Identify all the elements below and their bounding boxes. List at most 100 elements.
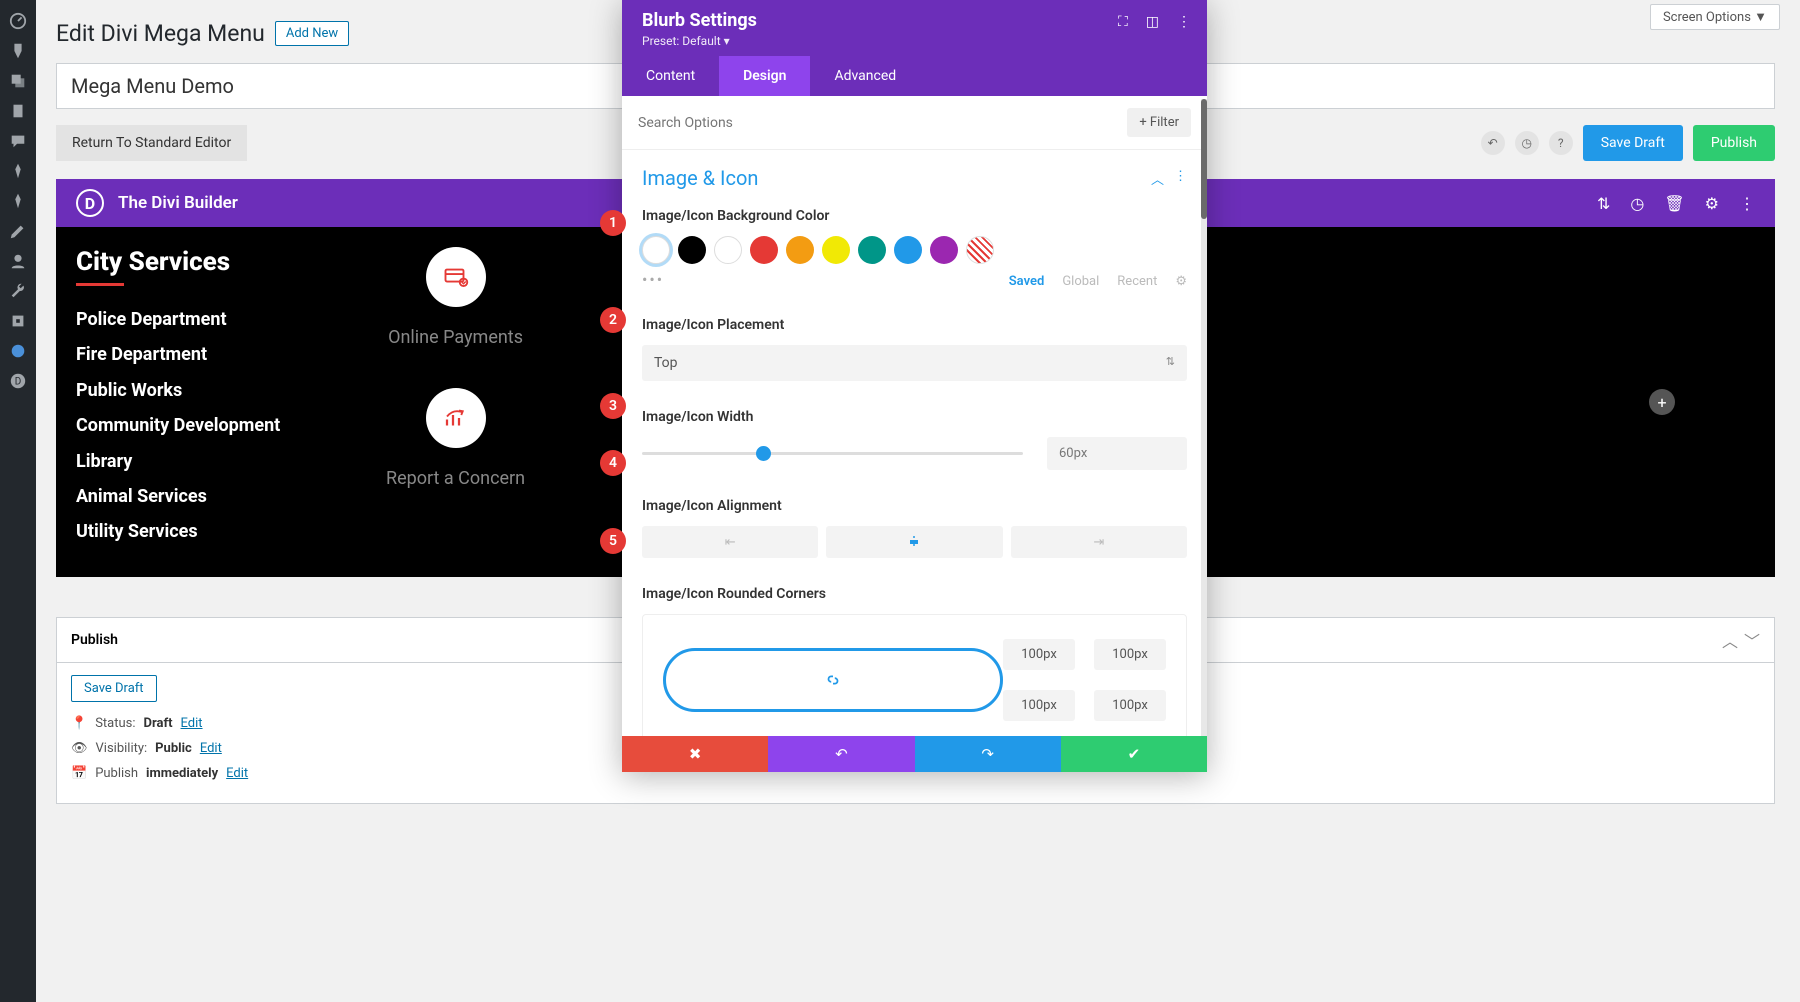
sort-icon[interactable]: ⇅ (1597, 194, 1610, 213)
clock-icon[interactable]: ◷ (1515, 131, 1539, 155)
clock2-icon[interactable]: ◷ (1630, 194, 1644, 213)
blurb-settings-modal: Blurb Settings Preset: Default ▾ ⛶ ◫ ⋮ C… (622, 0, 1207, 772)
report-icon (426, 388, 486, 448)
redo-button[interactable]: ↷ (915, 736, 1061, 772)
corner-tr-input[interactable] (1094, 639, 1166, 670)
eye-icon: 👁 (71, 741, 88, 756)
screen-options-button[interactable]: Screen Options ▼ (1650, 4, 1780, 30)
chevron-down-icon[interactable]: ﹀ (1744, 628, 1760, 652)
color-gear-icon[interactable]: ⚙ (1175, 274, 1187, 289)
swatch-orange[interactable] (786, 236, 814, 264)
align-center-button[interactable] (826, 526, 1002, 558)
expand-icon[interactable]: ⛶ (1118, 14, 1128, 30)
modal-menu-icon[interactable]: ⋮ (1177, 14, 1191, 30)
list-item[interactable]: Community Development (76, 414, 326, 437)
undo-button[interactable]: ↶ (768, 736, 914, 772)
list-item[interactable]: Fire Department (76, 343, 326, 366)
save-draft-button-2[interactable]: Save Draft (71, 675, 157, 702)
plugin1-icon[interactable] (0, 336, 36, 366)
preset-label[interactable]: Preset: Default ▾ (642, 34, 1187, 48)
tab-design[interactable]: Design (719, 56, 810, 96)
settings-icon[interactable] (0, 306, 36, 336)
media-icon[interactable] (0, 66, 36, 96)
section-heading[interactable]: Image & Icon (642, 166, 758, 190)
dashboard-icon[interactable] (0, 6, 36, 36)
swatch-transparent[interactable] (966, 236, 994, 264)
edit-status-link[interactable]: Edit (181, 716, 203, 731)
color-tab-global[interactable]: Global (1062, 274, 1099, 289)
color-tab-saved[interactable]: Saved (1009, 274, 1045, 289)
swatch-yellow[interactable] (822, 236, 850, 264)
help-icon[interactable]: ? (1549, 131, 1573, 155)
confirm-button[interactable]: ✔ (1061, 736, 1207, 772)
corner-br-input[interactable] (1094, 690, 1166, 721)
swatch-black[interactable] (678, 236, 706, 264)
page-title: Edit Divi Mega Menu (56, 20, 265, 47)
section-menu-icon[interactable]: ⋮ (1174, 169, 1187, 188)
builder-title: The Divi Builder (118, 193, 238, 213)
tab-content[interactable]: Content (622, 56, 719, 96)
divi-icon[interactable]: D (0, 366, 36, 396)
placement-select[interactable]: Top (642, 345, 1187, 381)
align-right-button[interactable]: ⇥ (1011, 526, 1187, 558)
list-item[interactable]: Animal Services (76, 485, 326, 508)
corner-link-shape[interactable] (663, 648, 1003, 712)
save-draft-button[interactable]: Save Draft (1583, 125, 1683, 161)
more-swatches-icon[interactable]: ••• (642, 270, 664, 289)
appearance-icon[interactable] (0, 216, 36, 246)
history-icon[interactable]: ↶ (1481, 131, 1505, 155)
trash-icon[interactable]: 🗑 (1664, 194, 1684, 213)
blurb-label: Report a Concern (386, 468, 525, 489)
list-item[interactable]: Police Department (76, 308, 326, 331)
swatch-blue[interactable] (894, 236, 922, 264)
color-tab-recent[interactable]: Recent (1117, 274, 1157, 289)
collapse-icon[interactable]: ︿ (1151, 169, 1164, 188)
comments-icon[interactable] (0, 126, 36, 156)
snap-icon[interactable]: ◫ (1146, 14, 1159, 30)
pin2-icon[interactable] (0, 156, 36, 186)
corner-bl-input[interactable] (1003, 690, 1075, 721)
search-options-input[interactable] (638, 115, 1127, 131)
blurb-module[interactable]: Online Payments (388, 247, 523, 348)
blurb-module[interactable]: Report a Concern (386, 388, 525, 489)
add-new-button[interactable]: Add New (275, 21, 349, 46)
tab-advanced[interactable]: Advanced (810, 56, 920, 96)
gear-icon[interactable]: ⚙ (1705, 194, 1719, 213)
pin-icon[interactable] (0, 36, 36, 66)
users-icon[interactable] (0, 246, 36, 276)
corner-tl-input[interactable] (1003, 639, 1075, 670)
width-slider[interactable] (642, 452, 1023, 455)
menu-dots-icon[interactable]: ⋮ (1739, 194, 1755, 213)
swatch-purple[interactable] (930, 236, 958, 264)
tools-icon[interactable] (0, 276, 36, 306)
edit-publish-link[interactable]: Edit (226, 766, 248, 781)
align-left-button[interactable]: ⇤ (642, 526, 818, 558)
swatch-white[interactable] (714, 236, 742, 264)
list-item[interactable]: Public Works (76, 379, 326, 402)
swatch-white-selected[interactable] (642, 236, 670, 264)
modal-title: Blurb Settings (642, 10, 1187, 31)
filter-button[interactable]: + Filter (1127, 108, 1191, 137)
publish-button[interactable]: Publish (1693, 125, 1775, 161)
svg-text:D: D (15, 377, 21, 388)
swatch-red[interactable] (750, 236, 778, 264)
chevron-up-icon[interactable]: ︿ (1722, 628, 1738, 652)
calendar-icon: 📅 (71, 766, 87, 781)
bg-color-label: Image/Icon Background Color (642, 208, 1187, 224)
payments-icon (426, 247, 486, 307)
swatch-teal[interactable] (858, 236, 886, 264)
width-label: Image/Icon Width (642, 409, 1187, 425)
edit-visibility-link[interactable]: Edit (200, 741, 222, 756)
add-module-button[interactable]: + (1649, 389, 1675, 415)
width-value-input[interactable] (1047, 437, 1187, 470)
list-item[interactable]: Utility Services (76, 520, 326, 543)
badge-3: 3 (600, 393, 626, 419)
list-item[interactable]: Library (76, 450, 326, 473)
divi-logo-icon: D (76, 189, 104, 217)
cancel-button[interactable]: ✖ (622, 736, 768, 772)
pages-icon[interactable] (0, 96, 36, 126)
key-icon: 📍 (71, 716, 87, 731)
scrollbar-thumb[interactable] (1201, 99, 1207, 219)
pin3-icon[interactable] (0, 186, 36, 216)
return-standard-editor-button[interactable]: Return To Standard Editor (56, 125, 247, 161)
